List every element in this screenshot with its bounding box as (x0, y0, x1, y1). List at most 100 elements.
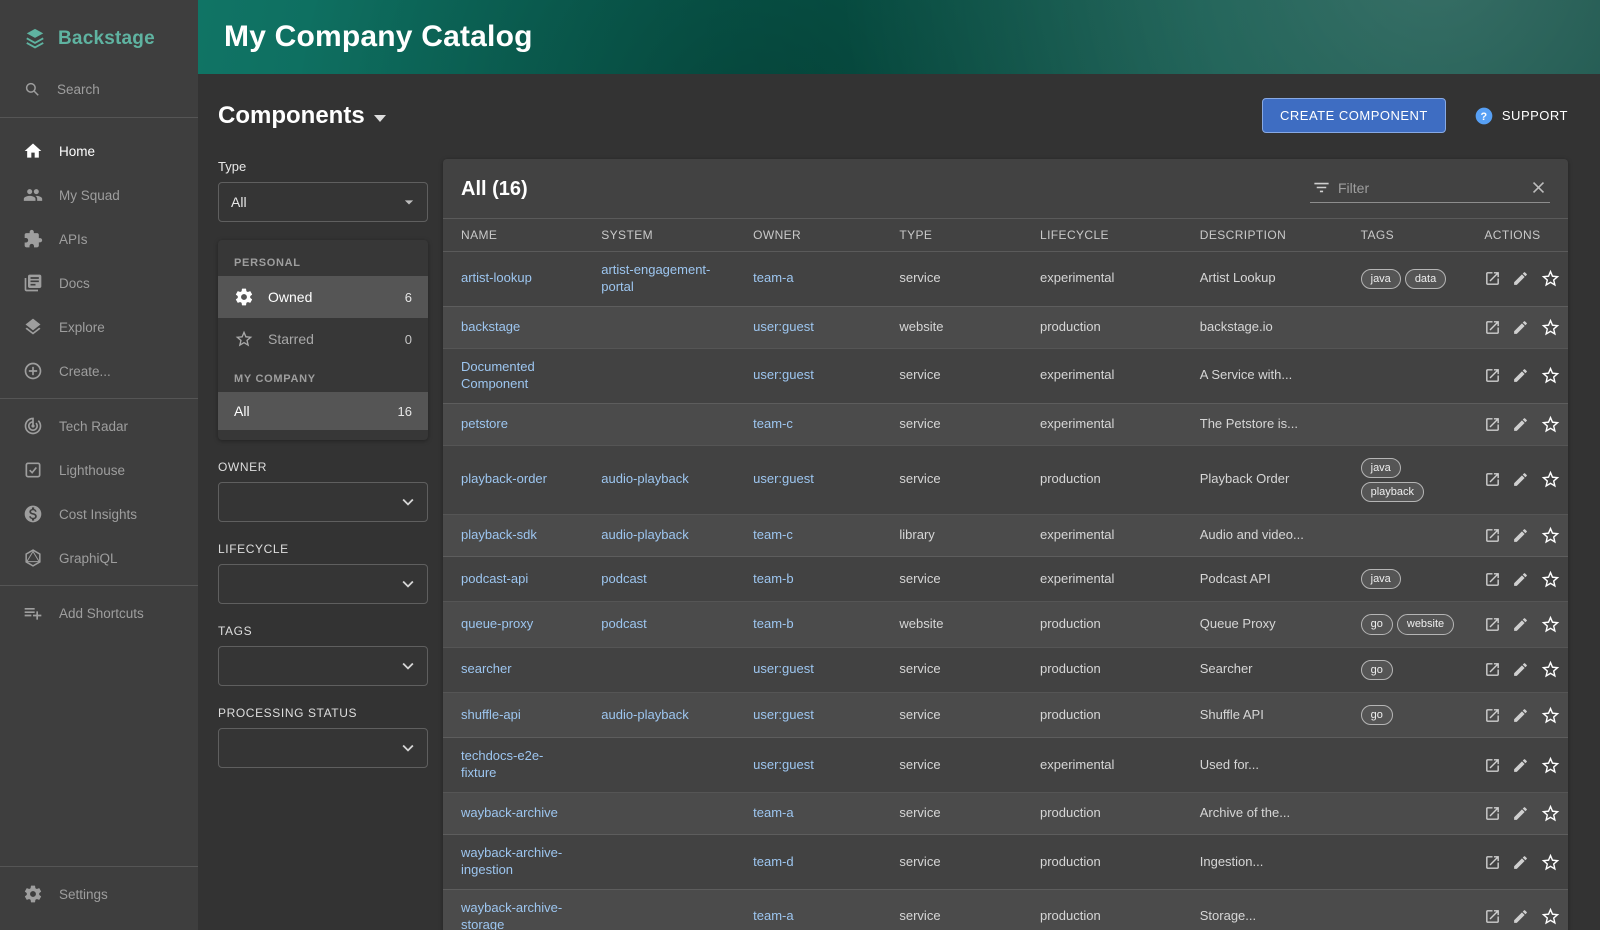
component-name-link[interactable]: wayback-archive-storage (461, 900, 562, 930)
column-header-owner[interactable]: OWNER (741, 219, 887, 252)
open-in-new-icon[interactable] (1484, 571, 1501, 588)
star-icon[interactable] (1540, 317, 1561, 338)
open-in-new-icon[interactable] (1484, 854, 1501, 871)
component-name-link[interactable]: shuffle-api (461, 707, 521, 722)
filter-select-owner[interactable] (218, 482, 428, 522)
component-name-link[interactable]: artist-lookup (461, 270, 532, 285)
edit-icon[interactable] (1512, 661, 1529, 678)
close-icon[interactable] (1529, 178, 1548, 197)
star-icon[interactable] (1540, 852, 1561, 873)
sidebar-item-cost-insights[interactable]: Cost Insights (0, 492, 198, 536)
filter-select-lifecycle[interactable] (218, 564, 428, 604)
column-header-actions[interactable]: ACTIONS (1472, 219, 1568, 252)
sidebar-item-explore[interactable]: Explore (0, 305, 198, 349)
star-icon[interactable] (1540, 469, 1561, 490)
open-in-new-icon[interactable] (1484, 471, 1501, 488)
sidebar-item-docs[interactable]: Docs (0, 261, 198, 305)
open-in-new-icon[interactable] (1484, 367, 1501, 384)
sidebar-item-add-shortcuts[interactable]: Add Shortcuts (0, 591, 198, 635)
component-name-link[interactable]: techdocs-e2e-fixture (461, 748, 543, 780)
star-icon[interactable] (1540, 268, 1561, 289)
edit-icon[interactable] (1512, 707, 1529, 724)
open-in-new-icon[interactable] (1484, 757, 1501, 774)
star-icon[interactable] (1540, 705, 1561, 726)
type-filter-select[interactable]: All (218, 182, 428, 222)
star-icon[interactable] (1540, 755, 1561, 776)
filter-item-owned[interactable]: Owned6 (218, 276, 428, 318)
filter-select-processing-status[interactable] (218, 728, 428, 768)
star-icon[interactable] (1540, 906, 1561, 927)
sidebar-item-settings[interactable]: Settings (0, 872, 198, 916)
edit-icon[interactable] (1512, 416, 1529, 433)
edit-icon[interactable] (1512, 319, 1529, 336)
system-link[interactable]: audio-playback (601, 471, 688, 486)
backstage-logo[interactable]: Backstage (0, 0, 198, 72)
star-icon[interactable] (1540, 414, 1561, 435)
sidebar-item-graphiql[interactable]: GraphiQL (0, 536, 198, 580)
edit-icon[interactable] (1512, 270, 1529, 287)
system-link[interactable]: artist-engagement-portal (601, 262, 710, 294)
sidebar-item-my-squad[interactable]: My Squad (0, 173, 198, 217)
edit-icon[interactable] (1512, 757, 1529, 774)
filter-item-all[interactable]: All16 (218, 392, 428, 430)
open-in-new-icon[interactable] (1484, 319, 1501, 336)
open-in-new-icon[interactable] (1484, 908, 1501, 925)
component-name-link[interactable]: wayback-archive-ingestion (461, 845, 562, 877)
component-name-link[interactable]: backstage (461, 319, 520, 334)
table-filter-input[interactable] (1338, 180, 1522, 196)
component-name-link[interactable]: queue-proxy (461, 616, 533, 631)
owner-link[interactable]: team-a (753, 805, 793, 820)
star-icon[interactable] (1540, 803, 1561, 824)
star-icon[interactable] (1540, 525, 1561, 546)
owner-link[interactable]: user:guest (753, 757, 814, 772)
component-name-link[interactable]: petstore (461, 416, 508, 431)
system-link[interactable]: audio-playback (601, 527, 688, 542)
owner-link[interactable]: team-b (753, 571, 793, 586)
column-header-name[interactable]: NAME (443, 219, 589, 252)
column-header-tags[interactable]: TAGS (1349, 219, 1473, 252)
edit-icon[interactable] (1512, 854, 1529, 871)
sidebar-item-tech-radar[interactable]: Tech Radar (0, 404, 198, 448)
open-in-new-icon[interactable] (1484, 527, 1501, 544)
edit-icon[interactable] (1512, 527, 1529, 544)
owner-link[interactable]: team-a (753, 908, 793, 923)
owner-link[interactable]: user:guest (753, 661, 814, 676)
owner-link[interactable]: team-c (753, 527, 793, 542)
open-in-new-icon[interactable] (1484, 661, 1501, 678)
component-name-link[interactable]: playback-order (461, 471, 547, 486)
owner-link[interactable]: team-c (753, 416, 793, 431)
star-icon[interactable] (1540, 569, 1561, 590)
sidebar-item-lighthouse[interactable]: Lighthouse (0, 448, 198, 492)
open-in-new-icon[interactable] (1484, 270, 1501, 287)
create-component-button[interactable]: CREATE COMPONENT (1262, 98, 1446, 133)
system-link[interactable]: podcast (601, 571, 647, 586)
edit-icon[interactable] (1512, 616, 1529, 633)
edit-icon[interactable] (1512, 908, 1529, 925)
filter-item-starred[interactable]: Starred0 (218, 318, 428, 360)
owner-link[interactable]: user:guest (753, 319, 814, 334)
kind-selector[interactable]: Components (218, 102, 386, 130)
edit-icon[interactable] (1512, 805, 1529, 822)
column-header-type[interactable]: TYPE (887, 219, 1028, 252)
owner-link[interactable]: team-b (753, 616, 793, 631)
sidebar-item-home[interactable]: Home (0, 129, 198, 173)
filter-select-tags[interactable] (218, 646, 428, 686)
support-button[interactable]: ? SUPPORT (1474, 106, 1568, 126)
column-header-lifecycle[interactable]: LIFECYCLE (1028, 219, 1188, 252)
component-name-link[interactable]: wayback-archive (461, 805, 558, 820)
edit-icon[interactable] (1512, 367, 1529, 384)
owner-link[interactable]: user:guest (753, 367, 814, 382)
star-icon[interactable] (1540, 365, 1561, 386)
sidebar-item-search[interactable]: Search (0, 72, 198, 112)
open-in-new-icon[interactable] (1484, 805, 1501, 822)
edit-icon[interactable] (1512, 571, 1529, 588)
sidebar-item-create[interactable]: Create... (0, 349, 198, 393)
column-header-description[interactable]: DESCRIPTION (1188, 219, 1349, 252)
component-name-link[interactable]: playback-sdk (461, 527, 537, 542)
owner-link[interactable]: user:guest (753, 471, 814, 486)
component-name-link[interactable]: podcast-api (461, 571, 528, 586)
edit-icon[interactable] (1512, 471, 1529, 488)
component-name-link[interactable]: searcher (461, 661, 512, 676)
owner-link[interactable]: team-d (753, 854, 793, 869)
owner-link[interactable]: user:guest (753, 707, 814, 722)
